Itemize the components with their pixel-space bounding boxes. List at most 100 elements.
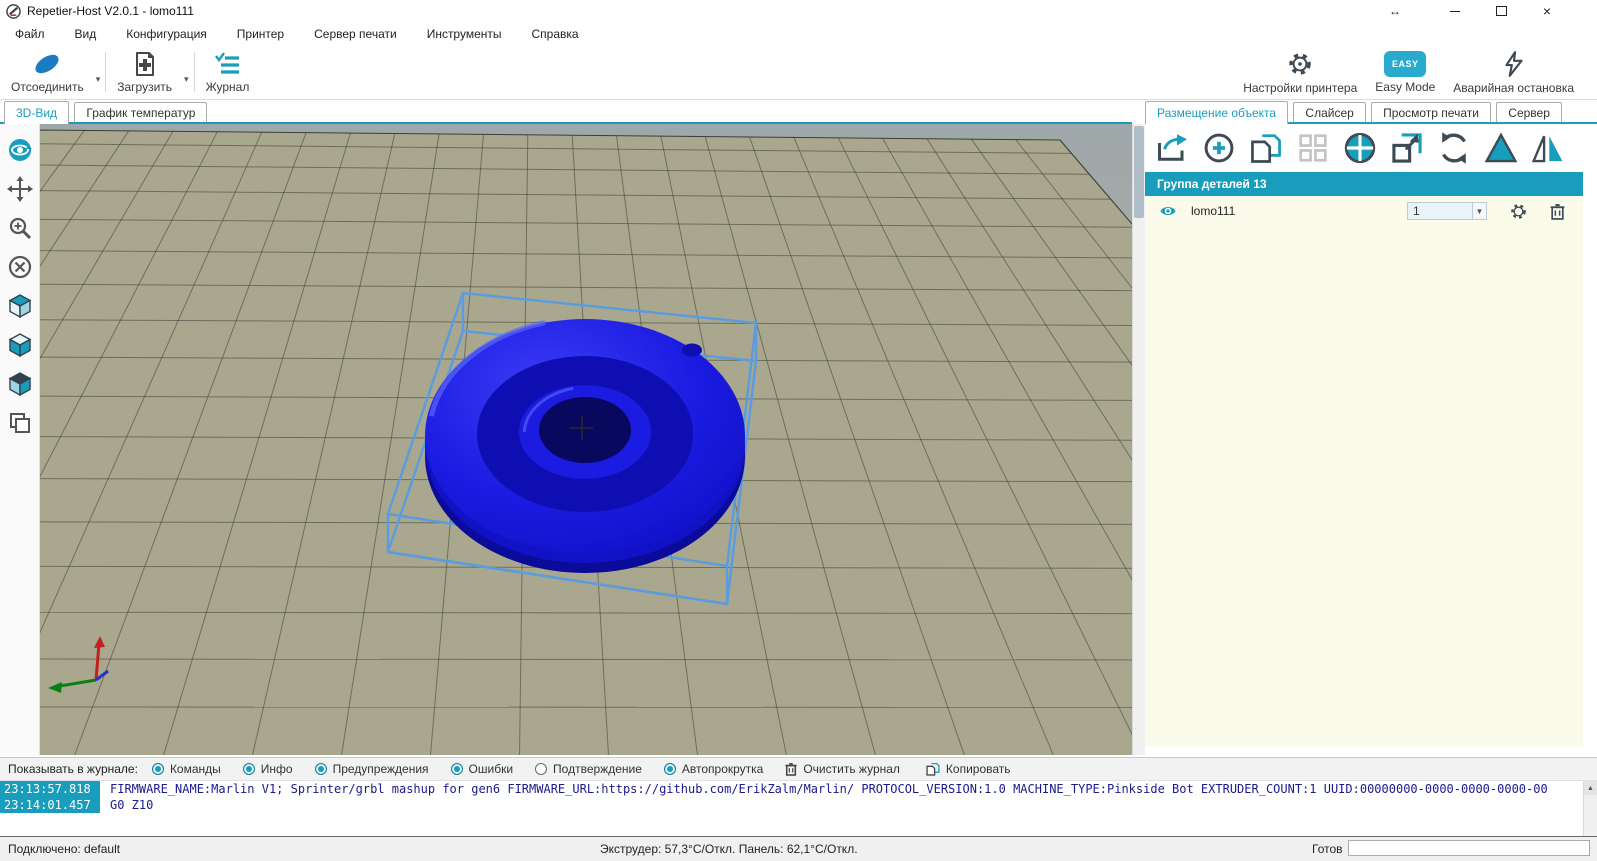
object-count-input[interactable]: 1 — [1407, 202, 1473, 220]
top-view-tool[interactable] — [4, 366, 36, 402]
toolbar-separator — [194, 52, 195, 92]
visibility-eye-icon[interactable] — [1159, 204, 1177, 218]
object-placement-panel: Группа деталей 13 lomo111 1 ▼ — [1145, 124, 1597, 755]
tab-slicer[interactable]: Слайсер — [1293, 102, 1365, 124]
delete-object-button[interactable] — [1550, 203, 1565, 220]
scale-icon — [1389, 131, 1425, 165]
menu-help[interactable]: Справка — [517, 22, 594, 45]
tab-3d-view[interactable]: 3D-Вид — [4, 101, 69, 124]
reset-view-tool[interactable] — [4, 249, 36, 285]
disconnect-dropdown-caret[interactable]: ▾ — [93, 74, 104, 85]
dock-toggle-icon[interactable]: ↔ — [1378, 0, 1412, 22]
journal-label: Журнал — [206, 80, 250, 94]
center-object-button[interactable] — [1341, 131, 1379, 165]
rotate-view-tool[interactable] — [4, 132, 36, 168]
rotate-arrows-icon — [1436, 131, 1472, 165]
add-object-button[interactable] — [1200, 131, 1238, 165]
tab-print-preview[interactable]: Просмотр печати — [1371, 102, 1491, 124]
clear-log-button[interactable]: Очистить журнал — [785, 762, 900, 776]
mirror-object-button[interactable] — [1529, 131, 1567, 165]
log-toggle-errors[interactable]: Ошибки — [451, 762, 514, 776]
radio-icon — [152, 763, 164, 775]
progress-bar — [1348, 840, 1590, 856]
printer-settings-button[interactable]: Настройки принтера — [1234, 46, 1366, 98]
log-scrollbar[interactable]: ▲ — [1583, 781, 1597, 836]
scroll-up-arrow[interactable]: ▲ — [1584, 781, 1597, 795]
log-toggle-autoscroll[interactable]: Автопрокрутка — [664, 762, 763, 776]
easy-mode-button[interactable]: EASY Easy Mode — [1366, 46, 1444, 98]
add-circle-icon — [1202, 132, 1236, 164]
object-settings-button[interactable] — [1509, 202, 1528, 221]
tab-server[interactable]: Сервер — [1496, 102, 1562, 124]
disconnect-label: Отсоединить — [11, 80, 84, 94]
zoom-view-tool[interactable] — [4, 210, 36, 246]
log-toggle-info[interactable]: Инфо — [243, 762, 293, 776]
connection-status: Подключено: default — [8, 842, 120, 856]
emergency-stop-button[interactable]: Аварийная остановка — [1444, 46, 1583, 98]
object-toolbar — [1145, 124, 1597, 172]
log-toggle-ack[interactable]: Подтверждение — [535, 762, 642, 776]
status-bar: Подключено: default Экструдер: 57,3°C/От… — [0, 837, 1597, 861]
menu-view[interactable]: Вид — [60, 22, 112, 45]
load-label: Загрузить — [117, 80, 172, 94]
menu-print-server[interactable]: Сервер печати — [299, 22, 412, 45]
mirror-icon — [1530, 131, 1566, 165]
radio-icon — [664, 763, 676, 775]
show-edges-tool[interactable] — [4, 405, 36, 441]
menu-tools[interactable]: Инструменты — [412, 22, 517, 45]
magnifier-plus-icon — [7, 215, 33, 241]
toggle-log-button[interactable]: Журнал — [197, 46, 259, 98]
drop-triangle-icon — [1483, 131, 1519, 165]
main-toolbar: Отсоединить ▾ Загрузить ▾ Журнал Настрой… — [0, 45, 1597, 100]
drop-object-button[interactable] — [1482, 131, 1520, 165]
gear-icon — [1509, 202, 1528, 221]
menu-bar: Файл Вид Конфигурация Принтер Сервер печ… — [0, 22, 1597, 45]
object-list: lomo111 1 ▼ — [1145, 196, 1583, 747]
clear-log-label: Очистить журнал — [803, 762, 900, 776]
radio-icon — [451, 763, 463, 775]
log-timestamp: 23:13:57.818 — [0, 781, 100, 797]
export-icon — [1155, 133, 1189, 163]
emergency-stop-label: Аварийная остановка — [1453, 81, 1574, 95]
autoposition-button[interactable] — [1294, 131, 1332, 165]
count-dropdown-caret[interactable]: ▼ — [1473, 202, 1487, 220]
copy-object-button[interactable] — [1247, 131, 1285, 165]
viewport-3d[interactable] — [40, 124, 1132, 755]
front-view-tool[interactable] — [4, 327, 36, 363]
tab-object-placement[interactable]: Размещение объекта — [1145, 101, 1288, 124]
scrollbar-thumb[interactable] — [1134, 126, 1144, 218]
rotate-object-button[interactable] — [1435, 131, 1473, 165]
title-bar: Repetier-Host V2.0.1 - lomo111 ↔ × — [0, 0, 1597, 22]
menu-config[interactable]: Конфигурация — [111, 22, 222, 45]
load-button[interactable]: Загрузить — [108, 46, 181, 98]
maximize-button[interactable] — [1484, 0, 1518, 22]
view-tabs: 3D-Вид График температур — [4, 101, 209, 124]
move-view-tool[interactable] — [4, 171, 36, 207]
object-name: lomo111 — [1191, 204, 1235, 218]
log-toggle-warnings[interactable]: Предупреждения — [315, 762, 429, 776]
close-button[interactable]: × — [1530, 0, 1564, 22]
log-filter-bar: Показывать в журнале: Команды Инфо Преду… — [0, 757, 1597, 781]
tab-temp-graph[interactable]: График температур — [74, 102, 207, 124]
menu-printer[interactable]: Принтер — [222, 22, 299, 45]
minimize-button[interactable] — [1438, 0, 1472, 22]
cube-top-icon — [7, 371, 33, 397]
menu-file[interactable]: Файл — [0, 22, 60, 45]
toggle-label: Ошибки — [469, 762, 514, 776]
repetier-host-window: Repetier-Host V2.0.1 - lomo111 ↔ × Файл … — [0, 0, 1597, 861]
log-toggle-commands[interactable]: Команды — [152, 762, 221, 776]
disconnect-button[interactable]: Отсоединить — [2, 46, 93, 98]
copy-log-button[interactable]: Копировать — [926, 762, 1011, 776]
view-tools-sidebar — [0, 124, 40, 755]
isometric-view-tool[interactable] — [4, 288, 36, 324]
log-message: G0 Z10 — [100, 798, 153, 812]
connection-plug-icon — [30, 51, 64, 77]
scale-object-button[interactable] — [1388, 131, 1426, 165]
log-output[interactable]: 23:13:57.818 FIRMWARE_NAME:Marlin V1; Sp… — [0, 781, 1583, 836]
cube-iso-icon — [7, 293, 33, 319]
export-object-button[interactable] — [1153, 131, 1191, 165]
viewport-scrollbar[interactable] — [1132, 124, 1145, 755]
object-group-header[interactable]: Группа деталей 13 — [1145, 172, 1583, 196]
object-row[interactable]: lomo111 1 ▼ — [1145, 196, 1583, 226]
load-dropdown-caret[interactable]: ▾ — [181, 74, 192, 85]
